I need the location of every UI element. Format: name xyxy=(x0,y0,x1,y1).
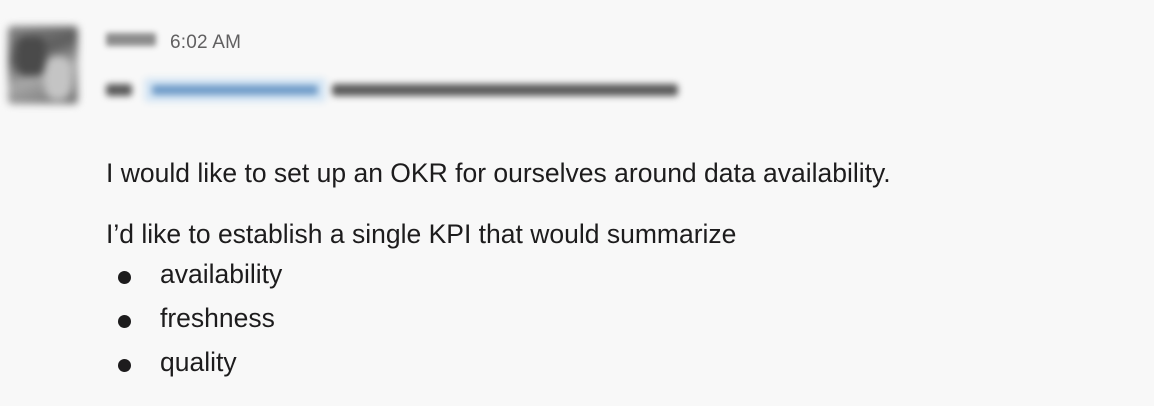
list-item-text: quality xyxy=(160,347,237,377)
bullet-icon xyxy=(118,315,131,328)
message-paragraph: I’d like to establish a single KPI that … xyxy=(106,219,737,249)
list-item-text: availability xyxy=(160,259,283,289)
list-item-text: freshness xyxy=(160,303,275,333)
user-mention-text-redacted xyxy=(152,85,318,95)
avatar[interactable] xyxy=(8,26,78,104)
avatar-blur-shape xyxy=(16,36,46,76)
message-timestamp[interactable]: 6:02 AM xyxy=(170,32,241,54)
bullet-icon xyxy=(118,359,131,372)
redacted-text xyxy=(332,84,678,96)
redacted-text xyxy=(106,84,132,96)
redacted-greeting-line xyxy=(106,78,686,102)
bullet-icon xyxy=(118,271,131,284)
avatar-blur-shape xyxy=(44,56,72,100)
sender-name-redacted[interactable] xyxy=(106,33,156,46)
message-paragraph: I would like to set up an OKR for oursel… xyxy=(106,158,891,188)
chat-message: 6:02 AM I would like to set up an OKR fo… xyxy=(0,0,1154,406)
